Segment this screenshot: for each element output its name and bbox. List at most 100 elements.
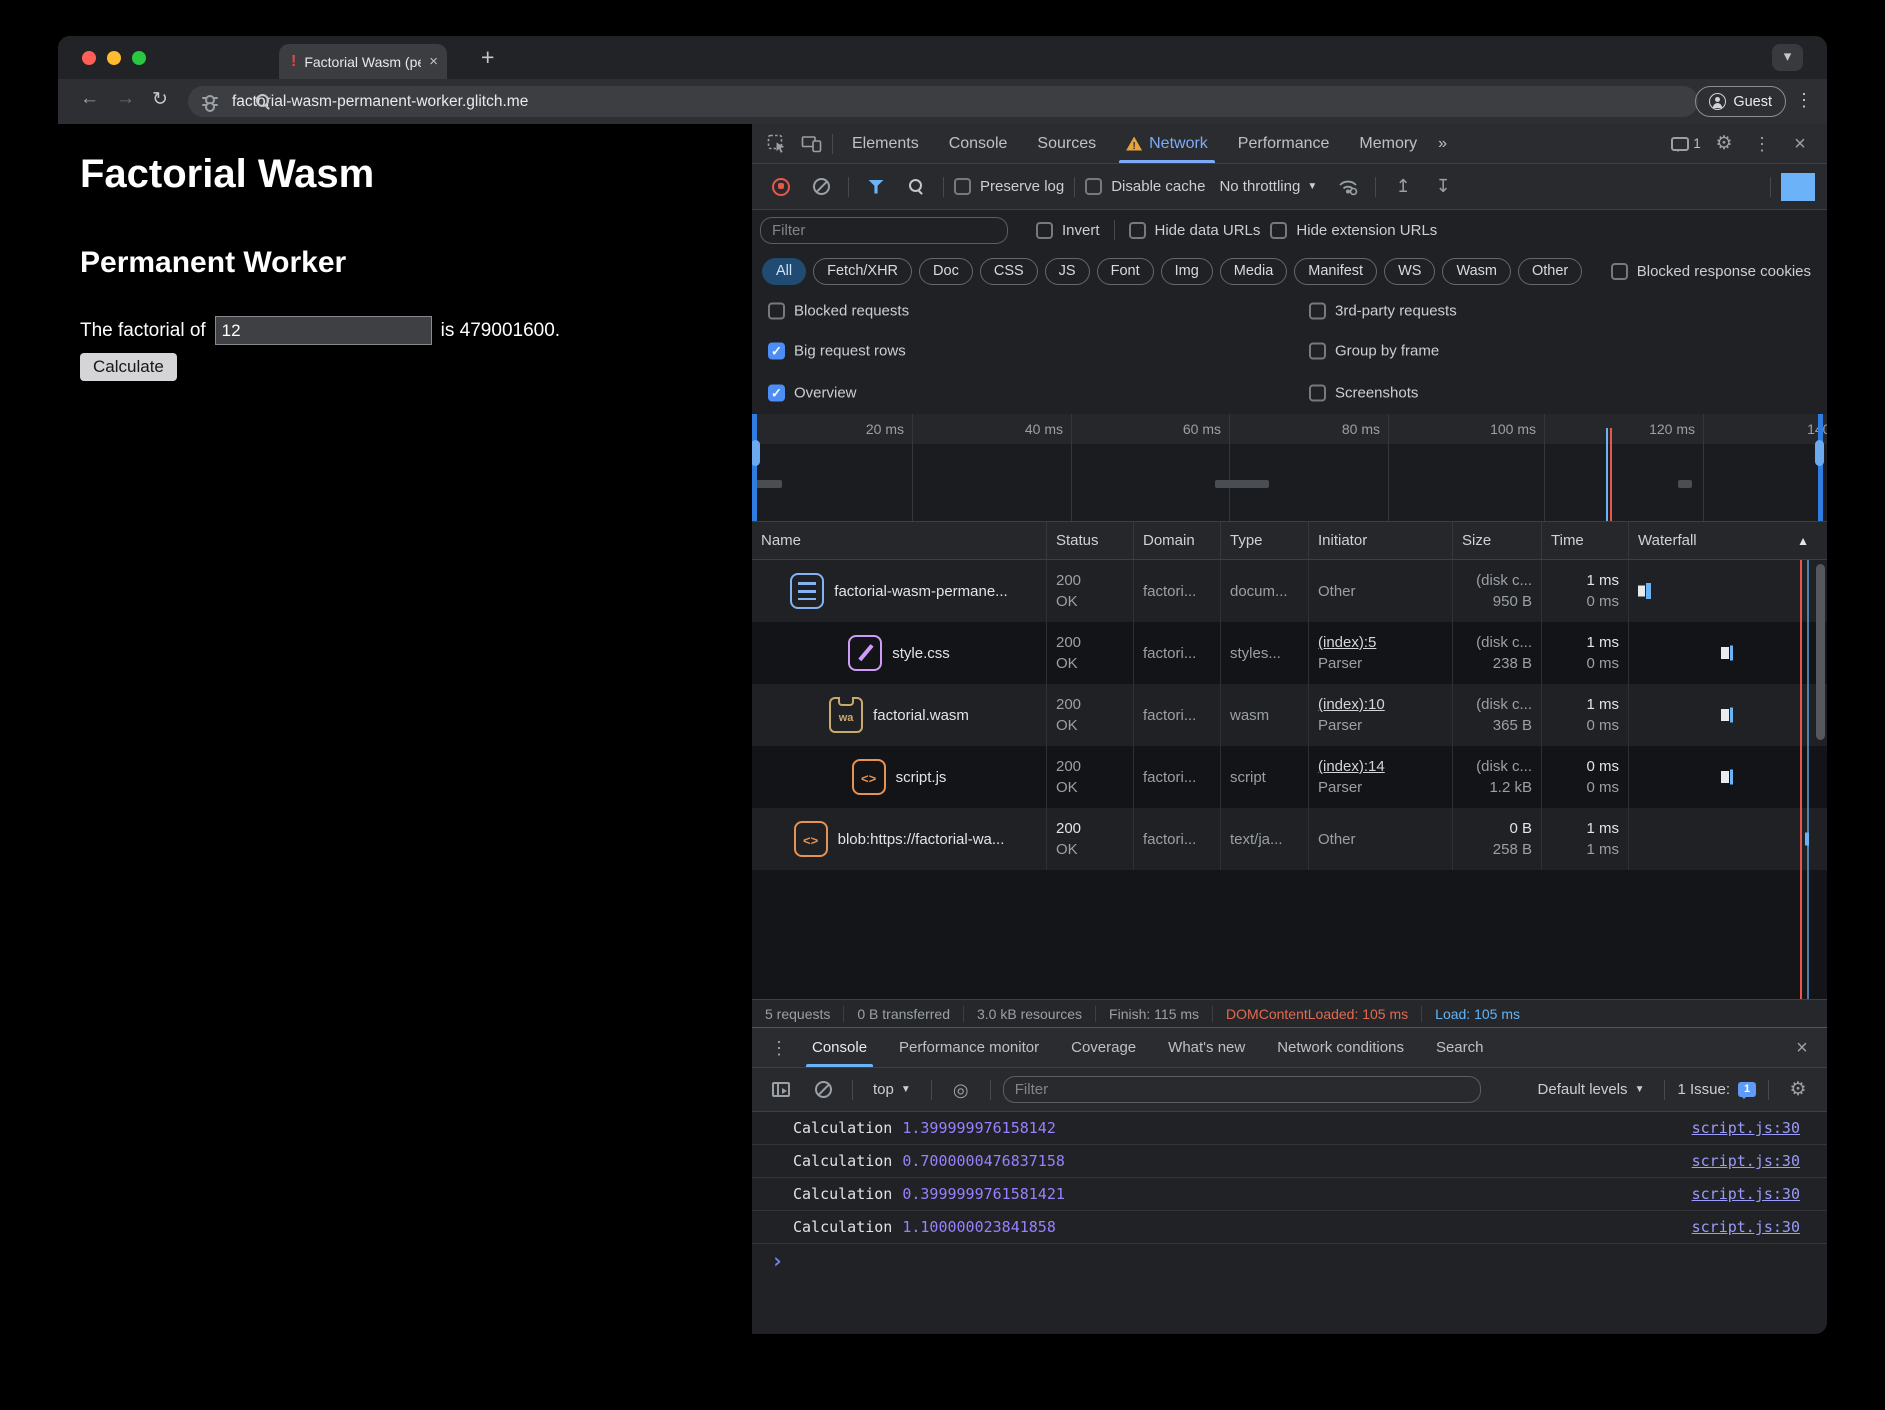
chip-js[interactable]: JS <box>1045 258 1090 285</box>
drawer-tab-performance-monitor[interactable]: Performance monitor <box>883 1028 1055 1067</box>
live-expression-icon[interactable]: ◎ <box>944 1076 978 1104</box>
column-header-domain[interactable]: Domain <box>1134 522 1221 559</box>
group-by-frame-checkbox[interactable]: Group by frame <box>1309 343 1439 360</box>
reload-button[interactable]: ↻ <box>152 88 168 111</box>
log-levels-select[interactable]: Default levels▼ <box>1538 1081 1645 1098</box>
calculate-button[interactable]: Calculate <box>80 353 177 381</box>
network-overview-timeline[interactable]: 20 ms 40 ms 60 ms 80 ms 100 ms 120 ms 14… <box>752 414 1827 522</box>
throttling-select[interactable]: No throttling▼ <box>1219 178 1317 195</box>
export-har-button[interactable]: ↧ <box>1426 173 1460 201</box>
import-har-button[interactable]: ↥ <box>1386 173 1420 201</box>
console-filter-input[interactable] <box>1003 1076 1481 1103</box>
filter-toggle-button[interactable] <box>859 173 893 201</box>
column-header-time[interactable]: Time <box>1542 522 1629 559</box>
issues-button[interactable]: 1 <box>1669 130 1703 158</box>
source-link[interactable]: script.js:30 <box>1692 1218 1800 1236</box>
tab-search-button[interactable]: ▾ <box>1772 44 1803 71</box>
record-network-log-button[interactable] <box>764 173 798 201</box>
timeline-left-handle[interactable] <box>752 414 757 521</box>
issues-counter[interactable]: 1 Issue:1 <box>1677 1081 1756 1098</box>
zoom-icon[interactable] <box>255 93 272 110</box>
blocked-response-cookies-checkbox[interactable]: Blocked response cookies <box>1611 263 1811 280</box>
table-scrollbar[interactable] <box>1816 564 1825 740</box>
chip-img[interactable]: Img <box>1161 258 1213 285</box>
more-tabs-button[interactable]: » <box>1432 124 1453 163</box>
table-row[interactable]: factorial-wasm-permane... 200OK factori.… <box>752 560 1827 622</box>
clear-network-log-button[interactable] <box>804 173 838 201</box>
settings-gear-icon[interactable]: ⚙ <box>1707 130 1741 158</box>
drawer-menu-icon[interactable]: ⋮ <box>762 1034 796 1062</box>
forward-button[interactable]: → <box>116 88 135 110</box>
chip-manifest[interactable]: Manifest <box>1294 258 1377 285</box>
drawer-tab-coverage[interactable]: Coverage <box>1055 1028 1152 1067</box>
console-prompt[interactable]: › <box>752 1244 1827 1278</box>
console-sidebar-toggle-icon[interactable] <box>764 1076 798 1104</box>
initiator-link[interactable]: (index):5 <box>1318 632 1443 653</box>
chip-all[interactable]: All <box>762 258 806 285</box>
chip-fetch-xhr[interactable]: Fetch/XHR <box>813 258 912 285</box>
devtools-menu-icon[interactable]: ⋮ <box>1745 130 1779 158</box>
initiator-link[interactable]: (index):14 <box>1318 756 1443 777</box>
column-header-status[interactable]: Status <box>1047 522 1134 559</box>
close-tab-icon[interactable]: × <box>429 54 438 69</box>
table-row[interactable]: blob:https://factorial-wa... 200OK facto… <box>752 808 1827 870</box>
browser-menu-button[interactable]: ⋮ <box>1795 90 1813 111</box>
source-link[interactable]: script.js:30 <box>1692 1152 1800 1170</box>
drawer-tab-search[interactable]: Search <box>1420 1028 1500 1067</box>
tab-console[interactable]: Console <box>934 124 1023 163</box>
clear-console-button[interactable] <box>806 1076 840 1104</box>
address-bar[interactable]: factorial-wasm-permanent-worker.glitch.m… <box>188 86 1698 117</box>
column-header-size[interactable]: Size <box>1453 522 1542 559</box>
hide-data-urls-checkbox[interactable]: Hide data URLs <box>1129 222 1261 239</box>
initiator-link[interactable]: (index):10 <box>1318 694 1443 715</box>
close-drawer-icon[interactable]: × <box>1785 1034 1819 1062</box>
hide-extension-urls-checkbox[interactable]: Hide extension URLs <box>1270 222 1437 239</box>
source-link[interactable]: script.js:30 <box>1692 1119 1800 1137</box>
column-header-name[interactable]: Name <box>752 522 1047 559</box>
network-settings-gear-icon[interactable]: ⚙ <box>1781 173 1815 201</box>
console-message[interactable]: Calculation 0.7000000476837158 script.js… <box>752 1145 1827 1178</box>
invert-checkbox[interactable]: Invert <box>1036 222 1100 239</box>
chip-font[interactable]: Font <box>1097 258 1154 285</box>
browser-tab[interactable]: ! Factorial Wasm (permanent W × <box>279 44 447 79</box>
chip-wasm[interactable]: Wasm <box>1442 258 1511 285</box>
blocked-requests-checkbox[interactable]: Blocked requests <box>768 303 909 320</box>
overview-checkbox[interactable]: ✓Overview <box>768 385 857 402</box>
preserve-log-checkbox[interactable]: Preserve log <box>954 178 1064 195</box>
timeline-right-handle[interactable] <box>1818 414 1823 521</box>
big-request-rows-checkbox[interactable]: ✓Big request rows <box>768 343 906 360</box>
chip-media[interactable]: Media <box>1220 258 1288 285</box>
chip-other[interactable]: Other <box>1518 258 1582 285</box>
disable-cache-checkbox[interactable]: Disable cache <box>1085 178 1205 195</box>
column-header-type[interactable]: Type <box>1221 522 1309 559</box>
chip-doc[interactable]: Doc <box>919 258 973 285</box>
factorial-input[interactable] <box>215 316 432 345</box>
tab-sources[interactable]: Sources <box>1022 124 1111 163</box>
console-message[interactable]: Calculation 1.100000023841858 script.js:… <box>752 1211 1827 1244</box>
console-message[interactable]: Calculation 1.399999976158142 script.js:… <box>752 1112 1827 1145</box>
source-link[interactable]: script.js:30 <box>1692 1185 1800 1203</box>
tab-elements[interactable]: Elements <box>837 124 934 163</box>
third-party-requests-checkbox[interactable]: 3rd-party requests <box>1309 303 1457 320</box>
new-tab-button[interactable]: + <box>481 44 494 70</box>
chip-ws[interactable]: WS <box>1384 258 1435 285</box>
search-network-button[interactable] <box>899 173 933 201</box>
execution-context-select[interactable]: top▼ <box>873 1081 911 1098</box>
drawer-tab-network-conditions[interactable]: Network conditions <box>1261 1028 1420 1067</box>
console-message[interactable]: Calculation 0.3999999761581421 script.js… <box>752 1178 1827 1211</box>
tab-performance[interactable]: Performance <box>1223 124 1345 163</box>
column-header-initiator[interactable]: Initiator <box>1309 522 1453 559</box>
network-filter-input[interactable] <box>760 217 1008 244</box>
back-button[interactable]: ← <box>80 88 99 110</box>
minimize-window-button[interactable] <box>107 51 121 65</box>
column-header-waterfall[interactable]: Waterfall▲ <box>1629 522 1827 559</box>
table-row[interactable]: style.css 200OK factori... styles... (in… <box>752 622 1827 684</box>
tab-network[interactable]: Network <box>1111 124 1223 163</box>
inspect-element-icon[interactable] <box>760 130 794 158</box>
drawer-tab-console[interactable]: Console <box>796 1028 883 1067</box>
site-settings-icon[interactable] <box>202 95 220 109</box>
table-row[interactable]: script.js 200OK factori... script (index… <box>752 746 1827 808</box>
tab-memory[interactable]: Memory <box>1344 124 1432 163</box>
close-window-button[interactable] <box>82 51 96 65</box>
drawer-tab-whats-new[interactable]: What's new <box>1152 1028 1261 1067</box>
